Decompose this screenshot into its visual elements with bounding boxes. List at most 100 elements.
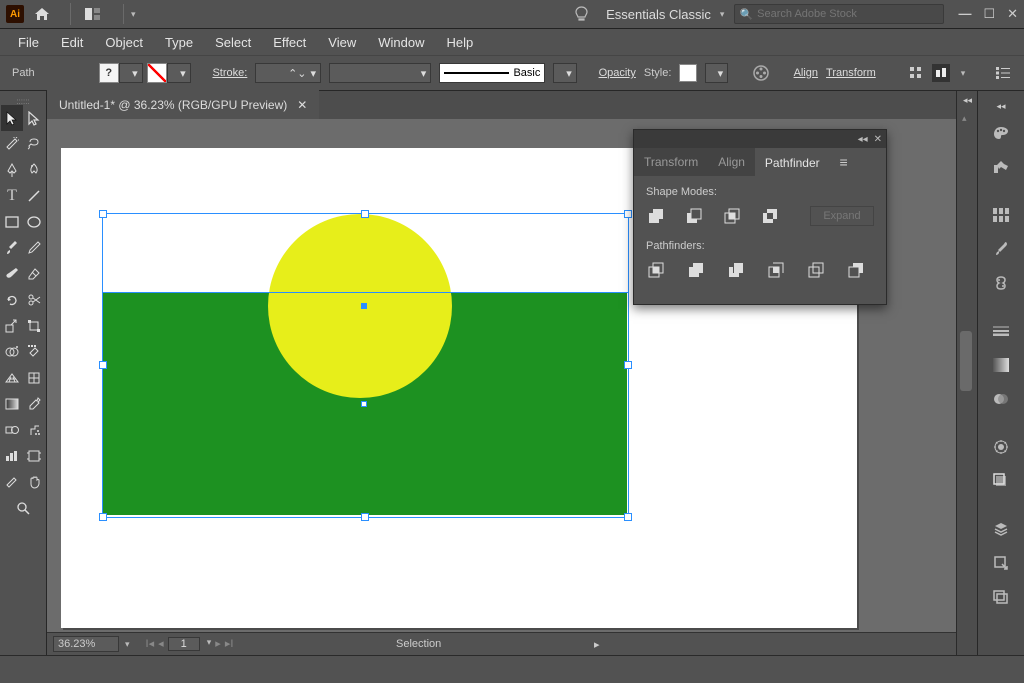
- opacity-link[interactable]: Opacity: [599, 67, 636, 79]
- line-segment-tool[interactable]: [23, 183, 45, 209]
- slice-tool[interactable]: [1, 469, 23, 495]
- transparency-panel-icon[interactable]: [988, 386, 1014, 412]
- fill-swatch[interactable]: ?: [99, 63, 119, 83]
- panel-header[interactable]: ◂◂ ✕: [634, 130, 886, 148]
- menu-type[interactable]: Type: [157, 32, 201, 53]
- eyedropper-tool[interactable]: [23, 391, 45, 417]
- arrange-documents-button[interactable]: [85, 4, 124, 24]
- pencil-tool[interactable]: [23, 235, 45, 261]
- stroke-weight-dropdown[interactable]: ⌃⌄▾: [255, 63, 321, 83]
- selection-handle[interactable]: [361, 210, 369, 218]
- symbol-sprayer-tool[interactable]: [23, 417, 45, 443]
- artboards-panel-icon[interactable]: [988, 584, 1014, 610]
- color-guide-panel-icon[interactable]: [988, 154, 1014, 180]
- menu-edit[interactable]: Edit: [53, 32, 91, 53]
- lasso-tool[interactable]: [23, 131, 45, 157]
- selection-handle[interactable]: [361, 401, 367, 407]
- intersect-icon[interactable]: [722, 206, 742, 226]
- chevron-down-icon[interactable]: ▾: [207, 637, 212, 651]
- selection-handle[interactable]: [361, 513, 369, 521]
- selection-handle[interactable]: [624, 513, 632, 521]
- merge-icon[interactable]: [726, 260, 746, 280]
- tab-pathfinder[interactable]: Pathfinder: [755, 148, 830, 176]
- close-button[interactable]: ✕: [1007, 6, 1018, 22]
- variable-width-dropdown[interactable]: ▾: [329, 63, 431, 83]
- scrollbar-thumb[interactable]: [960, 331, 972, 391]
- rotate-tool[interactable]: [1, 287, 23, 313]
- ellipse-tool[interactable]: [23, 209, 45, 235]
- pen-tool[interactable]: [1, 157, 23, 183]
- rectangle-tool[interactable]: [1, 209, 23, 235]
- chevron-down-icon[interactable]: ▾: [720, 9, 725, 20]
- canvas[interactable]: ◂◂ ✕ Transform Align Pathfinder ≡ Shape …: [47, 119, 956, 633]
- first-artboard-icon[interactable]: I◂: [146, 637, 155, 651]
- live-paint-tool[interactable]: [23, 339, 45, 365]
- hand-tool[interactable]: [23, 469, 45, 495]
- symbols-panel-icon[interactable]: [988, 270, 1014, 296]
- magic-wand-tool[interactable]: [1, 131, 23, 157]
- exclude-icon[interactable]: [760, 206, 780, 226]
- gradient-panel-icon[interactable]: [988, 352, 1014, 378]
- shape-builder-tool[interactable]: [1, 339, 23, 365]
- align-pixel-grid-icon[interactable]: [932, 64, 949, 82]
- eraser-tool[interactable]: [23, 261, 45, 287]
- minus-back-icon[interactable]: [846, 260, 866, 280]
- menu-view[interactable]: View: [320, 32, 364, 53]
- selection-handle[interactable]: [99, 361, 107, 369]
- zoom-level-input[interactable]: 36.23%: [53, 636, 119, 652]
- stroke-panel-link[interactable]: Stroke:: [212, 67, 247, 79]
- prev-artboard-icon[interactable]: ◂: [158, 637, 164, 651]
- maximize-button[interactable]: ☐: [983, 6, 995, 22]
- menu-window[interactable]: Window: [370, 32, 432, 53]
- chevron-down-icon[interactable]: ▾: [125, 639, 130, 650]
- paintbrush-tool[interactable]: [1, 235, 23, 261]
- home-icon[interactable]: [34, 7, 50, 21]
- selection-handle[interactable]: [99, 513, 107, 521]
- layers-panel-icon[interactable]: [988, 516, 1014, 542]
- panel-menu-icon[interactable]: ≡: [830, 148, 858, 176]
- crop-icon[interactable]: [766, 260, 786, 280]
- transform-link[interactable]: Transform: [826, 67, 876, 79]
- minimize-button[interactable]: —: [958, 6, 971, 22]
- tab-align[interactable]: Align: [708, 148, 755, 176]
- color-panel-icon[interactable]: [988, 120, 1014, 146]
- menu-file[interactable]: File: [10, 32, 47, 53]
- search-stock-input[interactable]: 🔍: [734, 4, 944, 24]
- unite-icon[interactable]: [646, 206, 666, 226]
- brushes-panel-icon[interactable]: [988, 236, 1014, 262]
- selection-handle[interactable]: [624, 210, 632, 218]
- collapse-panel-icon[interactable]: ◂◂: [858, 134, 868, 145]
- stroke-panel-icon[interactable]: [988, 318, 1014, 344]
- graphic-styles-panel-icon[interactable]: [988, 468, 1014, 494]
- brush-definition[interactable]: Basic: [439, 63, 545, 83]
- selection-handle[interactable]: [624, 361, 632, 369]
- gradient-tool[interactable]: [1, 391, 23, 417]
- expand-panels-icon[interactable]: ◂◂: [963, 95, 972, 106]
- stroke-swatch[interactable]: [147, 63, 167, 83]
- scale-tool[interactable]: [1, 313, 23, 339]
- document-tab[interactable]: Untitled-1* @ 36.23% (RGB/GPU Preview) ✕: [47, 89, 319, 119]
- align-link[interactable]: Align: [794, 67, 818, 79]
- expand-panels-icon[interactable]: ◂◂: [996, 101, 1005, 112]
- curvature-tool[interactable]: [23, 157, 45, 183]
- type-tool[interactable]: T: [1, 183, 23, 209]
- scrollbar[interactable]: ◂◂ ▴: [956, 91, 977, 655]
- artboard-number-input[interactable]: 1: [168, 637, 200, 651]
- selection-tool[interactable]: [1, 105, 23, 131]
- minus-front-icon[interactable]: [684, 206, 704, 226]
- artboard-tool[interactable]: [23, 443, 45, 469]
- direct-selection-tool[interactable]: [23, 105, 45, 131]
- asset-export-panel-icon[interactable]: [988, 550, 1014, 576]
- workspace-switcher[interactable]: Essentials Classic: [606, 7, 711, 22]
- lightbulb-icon[interactable]: [575, 6, 588, 22]
- isolate-icon[interactable]: [907, 64, 924, 82]
- divide-icon[interactable]: [646, 260, 666, 280]
- menu-help[interactable]: Help: [438, 32, 481, 53]
- blob-brush-tool[interactable]: [1, 261, 23, 287]
- close-panel-icon[interactable]: ✕: [874, 134, 882, 145]
- control-panel-menu-icon[interactable]: [995, 64, 1012, 82]
- zoom-tool[interactable]: [10, 495, 36, 521]
- menu-object[interactable]: Object: [97, 32, 151, 53]
- perspective-grid-tool[interactable]: [1, 365, 23, 391]
- menu-select[interactable]: Select: [207, 32, 259, 53]
